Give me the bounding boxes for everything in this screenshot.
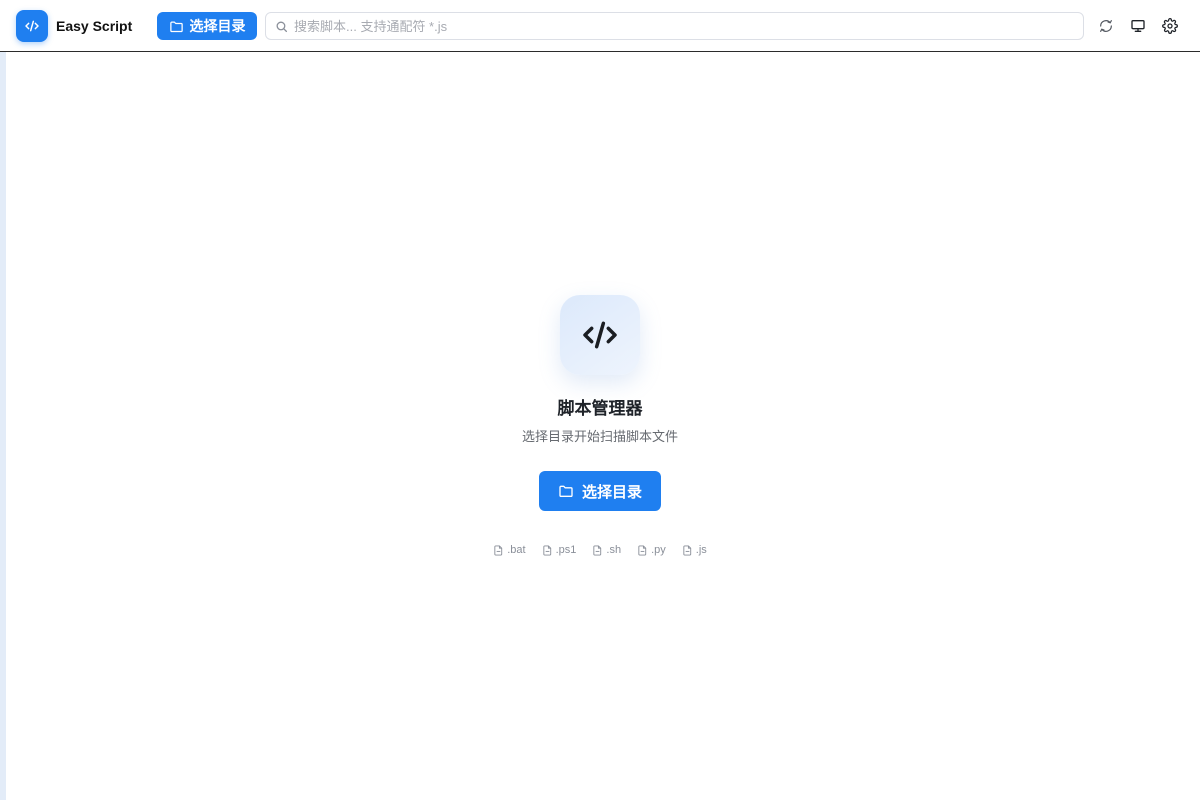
extension-label: .ps1: [555, 544, 577, 556]
file-icon: [593, 544, 602, 556]
app-title: Easy Script: [56, 18, 133, 34]
monitor-icon: [1131, 19, 1145, 32]
code-icon: [583, 321, 617, 349]
app-window: Easy Script 选择目录 搜索脚本... 支持通配符 *.js 脚本管理…: [0, 0, 1200, 800]
choose-directory-main-label: 选择目录: [581, 483, 642, 501]
refresh-button[interactable]: [1097, 17, 1115, 35]
choose-directory-main-button[interactable]: 选择目录: [539, 471, 661, 511]
code-icon: [25, 20, 39, 32]
extension-item: .py: [637, 543, 666, 557]
empty-state-title: 脚本管理器: [557, 399, 643, 418]
gear-icon: [1162, 18, 1178, 34]
file-icon: [542, 544, 551, 556]
search-box[interactable]: [265, 12, 1084, 40]
settings-button[interactable]: [1161, 17, 1179, 35]
extension-item: .bat: [493, 543, 526, 557]
folder-icon: [559, 485, 573, 497]
extension-label: .bat: [507, 544, 526, 556]
app-logo: [16, 10, 48, 42]
empty-state-subtitle: 选择目录开始扫描脚本文件: [521, 429, 678, 444]
extension-label: .js: [695, 544, 707, 556]
file-icon: [638, 544, 647, 556]
extension-item: .js: [682, 543, 707, 557]
refresh-icon: [1100, 20, 1112, 32]
top-bar: Easy Script 选择目录: [0, 0, 1200, 52]
extension-label: .sh: [606, 544, 622, 556]
empty-state-icon: [560, 295, 640, 375]
file-icon: [494, 544, 503, 556]
file-icon: [683, 544, 691, 556]
choose-directory-button[interactable]: 选择目录: [157, 12, 257, 40]
extension-item: .sh: [592, 543, 621, 557]
supported-extensions: .bat .ps1 .sh .py .js: [400, 543, 800, 557]
monitor-button[interactable]: [1129, 17, 1147, 35]
search-input[interactable]: [294, 18, 1074, 34]
choose-directory-label: 选择目录: [189, 18, 246, 34]
extension-item: .ps1: [542, 543, 577, 557]
left-edge-strip: [0, 52, 6, 800]
folder-icon: [169, 21, 183, 32]
search-icon: [276, 21, 288, 32]
extension-label: .py: [651, 544, 666, 556]
